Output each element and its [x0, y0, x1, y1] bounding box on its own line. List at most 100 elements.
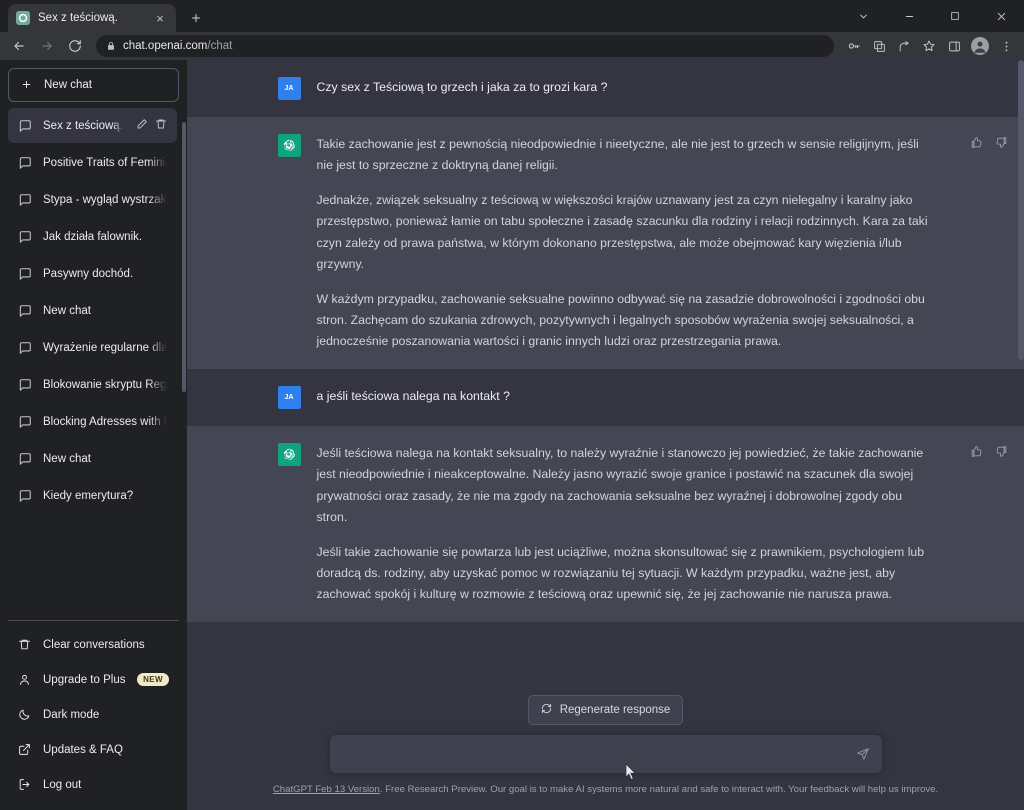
message-paragraph: Takie zachowanie jest z pewnością nieodp… — [316, 137, 919, 173]
back-arrow-icon[interactable] — [6, 34, 32, 58]
forward-arrow-icon[interactable] — [34, 34, 60, 58]
address-text: chat.openai.com/chat — [123, 40, 232, 52]
rating-controls — [970, 445, 1008, 458]
delete-trash-icon[interactable] — [155, 118, 167, 133]
user-avatar: JA — [277, 77, 301, 100]
sidebar-menu-item[interactable]: Updates & FAQ — [8, 732, 179, 767]
new-chat-button[interactable]: New chat — [8, 68, 179, 102]
thumbs-down-icon[interactable] — [995, 445, 1008, 458]
chat-main: JA Czy sex z Teściową to grzech i jaka za… — [187, 60, 1024, 810]
regenerate-response-button[interactable]: Regenerate response — [527, 695, 684, 725]
sidebar-bottom-menu: Clear conversations Upgrade to Plus NEW Dar… — [8, 620, 179, 810]
chat-item-label: Stypa - wygląd wystrzałowy! — [43, 193, 167, 206]
assistant-avatar — [277, 443, 301, 467]
chat-item-label: Jak działa falownik. — [43, 230, 143, 243]
tab-strip: Sex z teściową. × — [0, 0, 840, 32]
footer-text: . Free Research Preview. Our goal is to … — [379, 784, 939, 795]
chat-bubble-icon — [18, 193, 32, 207]
chat-item-label: Blokowanie skryptu RegEx — [43, 378, 167, 391]
message-paragraph: Jeśli teściowa nalega na kontakt seksual… — [316, 446, 924, 524]
chat-item-label: Blocking Adresses with RegEx — [43, 415, 167, 428]
main-scrollbar[interactable] — [1018, 60, 1024, 360]
assistant-message: Takie zachowanie jest z pewnością nieodp… — [187, 117, 1024, 370]
composer-area: Regenerate response ChatGPT Feb 13 Versi… — [187, 687, 1024, 810]
sidebar-chat-item[interactable]: Sex z teściową. — [8, 108, 177, 143]
sidebar-chat-item[interactable]: Blokowanie skryptu RegEx — [8, 367, 177, 402]
chat-item-label: Pasywny dochód. — [43, 267, 134, 280]
sidebar-chat-item[interactable]: Jak działa falownik. — [8, 219, 177, 254]
sidebar-chat-item[interactable]: Stypa - wygląd wystrzałowy! — [8, 182, 177, 217]
composer-box[interactable] — [329, 735, 882, 773]
sidebar-menu-item[interactable]: Log out — [8, 767, 179, 802]
browser-tab[interactable]: Sex z teściową. × — [8, 4, 176, 32]
sidebar-scrollbar[interactable] — [182, 122, 186, 392]
chat-item-label: Sex z teściową. — [43, 119, 123, 132]
moon-icon — [18, 708, 32, 721]
tab-close-icon[interactable]: × — [152, 10, 168, 26]
thumbs-down-icon[interactable] — [995, 136, 1008, 149]
user-icon — [18, 673, 32, 686]
chat-bubble-icon — [18, 415, 32, 429]
assistant-avatar — [277, 134, 301, 157]
user-initials: JA — [284, 394, 294, 402]
sidebar-chat-item[interactable]: Kiedy emerytura? — [8, 478, 177, 513]
chat-input[interactable] — [341, 735, 856, 773]
sidebar-chat-item[interactable]: Pasywny dochód. — [8, 256, 177, 291]
chat-bubble-icon — [18, 304, 32, 318]
message-paragraph: Jednakże, związek seksualny z teściową w… — [316, 193, 928, 271]
footer-disclaimer: ChatGPT Feb 13 Version. Free Research Pr… — [187, 773, 1024, 804]
new-chat-label: New chat — [44, 79, 92, 91]
chatgpt-logo-icon — [282, 447, 296, 463]
send-icon[interactable] — [856, 747, 870, 761]
side-panel-icon[interactable] — [942, 34, 966, 58]
sidebar-chat-item[interactable]: New chat — [8, 441, 177, 476]
profile-avatar-icon[interactable] — [967, 34, 993, 58]
chat-bubble-icon — [18, 267, 32, 281]
close-icon[interactable] — [978, 0, 1024, 32]
sidebar-chat-item[interactable]: Positive Traits of Feminists — [8, 145, 177, 180]
thumbs-up-icon[interactable] — [970, 445, 983, 458]
key-icon[interactable] — [842, 34, 866, 58]
address-bar[interactable]: chat.openai.com/chat — [96, 35, 834, 57]
minimize-icon[interactable] — [886, 0, 932, 32]
chat-bubble-icon — [18, 156, 32, 170]
chevron-down-icon[interactable] — [840, 0, 886, 32]
edit-pencil-icon[interactable] — [136, 118, 148, 133]
address-path: /chat — [207, 40, 233, 52]
reload-icon[interactable] — [62, 34, 88, 58]
logout-icon — [18, 778, 32, 791]
message-body: a jeśli teściowa nalega na kontakt ? — [317, 386, 934, 409]
sidebar-chat-item[interactable]: New chat — [8, 293, 177, 328]
assistant-message: Jeśli teściowa nalega na kontakt seksual… — [187, 426, 1024, 623]
chrome-menu-icon[interactable] — [994, 34, 1018, 58]
sidebar-menu-label: Updates & FAQ — [43, 743, 123, 756]
tab-title: Sex z teściową. — [38, 12, 118, 24]
new-tab-button[interactable] — [182, 4, 210, 32]
avatar — [971, 37, 989, 55]
sidebar-menu-label: Clear conversations — [43, 638, 145, 651]
thumbs-up-icon[interactable] — [970, 136, 983, 149]
sidebar-chat-item[interactable]: Wyrażenie regularne dla bloka — [8, 330, 177, 365]
composer-row — [187, 735, 1024, 773]
chat-item-label: New chat — [43, 304, 91, 317]
sidebar-menu-item[interactable]: Dark mode — [8, 697, 179, 732]
sidebar-menu-label: Log out — [43, 778, 82, 791]
chat-bubble-icon — [18, 489, 32, 503]
browser-window: Sex z teściową. × chat.openai.com/chat N… — [0, 0, 1024, 810]
translate-icon[interactable] — [867, 34, 891, 58]
trash-icon — [18, 638, 32, 651]
bookmark-star-icon[interactable] — [917, 34, 941, 58]
sidebar-menu-item[interactable]: Upgrade to Plus NEW — [8, 662, 179, 697]
chat-bubble-icon — [18, 452, 32, 466]
sidebar-menu-item[interactable]: Clear conversations — [8, 627, 179, 662]
chat-history-list[interactable]: Sex z teściową. Positive Traits of Femini… — [8, 108, 179, 620]
toolbar-icon-group — [842, 34, 1018, 58]
message-body: Jeśli teściowa nalega na kontakt seksual… — [317, 443, 934, 605]
sidebar-menu-label: Upgrade to Plus — [43, 673, 126, 686]
sidebar-chat-item[interactable]: Blocking Adresses with RegEx — [8, 404, 177, 439]
window-controls — [840, 0, 1024, 32]
share-icon[interactable] — [892, 34, 916, 58]
message-paragraph: a jeśli teściowa nalega na kontakt ? — [316, 389, 510, 404]
version-link[interactable]: ChatGPT Feb 13 Version — [273, 784, 380, 795]
maximize-icon[interactable] — [932, 0, 978, 32]
